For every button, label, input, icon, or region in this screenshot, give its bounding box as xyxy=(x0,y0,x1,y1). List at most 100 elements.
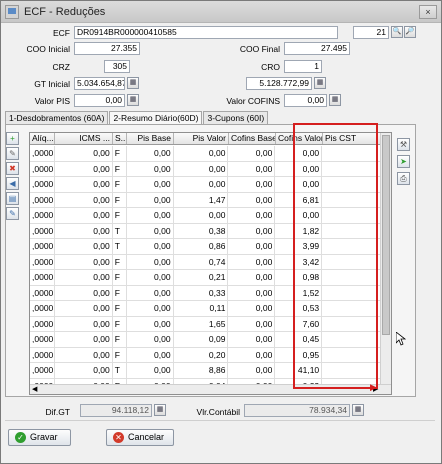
table-cell[interactable]: 3,42 xyxy=(275,254,323,269)
cancel-button[interactable]: ✕ Cancelar xyxy=(106,429,174,446)
table-row[interactable]: ,0000 0,00 T 0,00 0,86 0,00 3,99 xyxy=(30,239,382,255)
table-cell[interactable] xyxy=(322,363,382,378)
table-cell[interactable]: 0,20 xyxy=(174,347,229,362)
table-cell[interactable]: F xyxy=(113,161,127,176)
table-cell[interactable]: 0,00 xyxy=(228,208,276,223)
table-cell[interactable]: 0,00 xyxy=(228,223,276,238)
table-cell[interactable]: 0,00 xyxy=(228,177,276,192)
table-cell[interactable]: 1,82 xyxy=(275,223,323,238)
valor-pis-field[interactable]: 0,00 xyxy=(74,94,125,107)
table-cell[interactable]: 0,00 xyxy=(127,301,174,316)
table-cell[interactable]: ,0000 xyxy=(30,161,55,176)
table-cell[interactable]: 0,00 xyxy=(127,161,174,176)
table-row[interactable]: ,0000 0,00 F 0,00 0,33 0,00 1,52 xyxy=(30,285,382,301)
add-row-icon[interactable]: + xyxy=(6,132,19,145)
table-cell[interactable] xyxy=(322,301,382,316)
table-cell[interactable]: 6,81 xyxy=(275,192,323,207)
table-row[interactable]: ,0000 0,00 T 0,00 0,38 0,00 1,82 xyxy=(30,223,382,239)
table-cell[interactable]: ,0000 xyxy=(30,177,55,192)
table-row[interactable]: ,0000 0,00 F 0,00 0,21 0,00 0,98 xyxy=(30,270,382,286)
table-row[interactable]: ,0000 0,00 F 0,00 0,11 0,00 0,53 xyxy=(30,301,382,317)
form-view-icon[interactable]: ▤ xyxy=(6,192,19,205)
table-cell[interactable]: ,0000 xyxy=(30,239,55,254)
table-cell[interactable]: 0,00 xyxy=(275,161,323,176)
table-cell[interactable]: 0,00 xyxy=(174,208,229,223)
table-cell[interactable]: 0,00 xyxy=(228,332,276,347)
table-cell[interactable]: F xyxy=(113,254,127,269)
table-cell[interactable]: ,0000 xyxy=(30,347,55,362)
table-cell[interactable]: F xyxy=(113,192,127,207)
save-button[interactable]: ✓ Gravar xyxy=(8,429,71,446)
table-row[interactable]: ,0000 0,00 T 0,00 8,86 0,00 41,10 xyxy=(30,363,382,379)
table-cell[interactable] xyxy=(322,161,382,176)
delete-row-icon[interactable]: ✖ xyxy=(6,162,19,175)
table-row[interactable]: ,0000 0,00 F 0,00 0,74 0,00 3,42 xyxy=(30,254,382,270)
table-cell[interactable]: ,0000 xyxy=(30,301,55,316)
vertical-scrollbar[interactable] xyxy=(380,133,391,385)
table-row[interactable]: ,0000 0,00 F 0,00 0,00 0,00 0,00 xyxy=(30,208,382,224)
gt-final-field[interactable]: 5.128.772,99 xyxy=(246,77,312,90)
table-cell[interactable] xyxy=(322,254,382,269)
table-cell[interactable]: 7,60 xyxy=(275,316,323,331)
col-pis-valor[interactable]: Pis Valor xyxy=(174,133,229,144)
tools-icon[interactable]: ⚒ xyxy=(397,138,410,151)
table-cell[interactable]: 0,00 xyxy=(55,223,113,238)
table-cell[interactable]: 0,98 xyxy=(275,270,323,285)
calculator-icon-2[interactable]: ▦ xyxy=(314,77,326,89)
table-cell[interactable]: ,0000 xyxy=(30,316,55,331)
table-cell[interactable]: 0,00 xyxy=(228,363,276,378)
table-cell[interactable] xyxy=(322,270,382,285)
table-cell[interactable]: ,0000 xyxy=(30,285,55,300)
table-cell[interactable]: 1,47 xyxy=(174,192,229,207)
table-cell[interactable] xyxy=(322,146,382,161)
table-cell[interactable]: T xyxy=(113,239,127,254)
gt-inicial-field[interactable]: 5.034.654,87 xyxy=(74,77,125,90)
col-cofins-valor[interactable]: Cofins Valor xyxy=(276,133,323,144)
table-cell[interactable]: 0,00 xyxy=(55,270,113,285)
crz-field[interactable]: 305 xyxy=(104,60,130,73)
table-row[interactable]: ,0000 0,00 F 0,00 1,47 0,00 6,81 xyxy=(30,192,382,208)
table-cell[interactable]: T xyxy=(113,223,127,238)
table-cell[interactable]: 1,65 xyxy=(174,316,229,331)
valor-cofins-field[interactable]: 0,00 xyxy=(284,94,327,107)
table-cell[interactable]: 0,74 xyxy=(174,254,229,269)
table-cell[interactable]: F xyxy=(113,177,127,192)
table-cell[interactable]: 0,00 xyxy=(55,285,113,300)
col-pis-base[interactable]: Pis Base xyxy=(127,133,174,144)
table-cell[interactable]: 0,86 xyxy=(174,239,229,254)
table-cell[interactable]: 0,00 xyxy=(127,177,174,192)
table-cell[interactable] xyxy=(322,285,382,300)
table-cell[interactable]: 0,38 xyxy=(174,223,229,238)
table-cell[interactable]: F xyxy=(113,347,127,362)
cro-field[interactable]: 1 xyxy=(284,60,322,73)
table-cell[interactable]: 0,00 xyxy=(228,316,276,331)
table-cell[interactable]: 0,00 xyxy=(55,332,113,347)
table-cell[interactable]: ,0000 xyxy=(30,208,55,223)
table-cell[interactable]: 8,86 xyxy=(174,363,229,378)
table-cell[interactable]: 0,09 xyxy=(174,332,229,347)
table-cell[interactable]: 0,00 xyxy=(228,285,276,300)
table-cell[interactable]: 0,00 xyxy=(174,177,229,192)
table-cell[interactable]: 0,00 xyxy=(127,239,174,254)
table-cell[interactable]: 0,00 xyxy=(55,192,113,207)
table-cell[interactable]: 0,00 xyxy=(275,177,323,192)
ecf-field[interactable]: DR0914BR000000410585 xyxy=(74,26,338,39)
table-cell[interactable]: 0,00 xyxy=(228,270,276,285)
table-row[interactable]: ,0000 0,00 F 0,00 0,00 0,00 0,00 xyxy=(30,161,382,177)
table-cell[interactable]: 0,00 xyxy=(55,301,113,316)
table-cell[interactable]: ,0000 xyxy=(30,332,55,347)
col-pis-cst[interactable]: Pis CST xyxy=(323,133,383,144)
table-cell[interactable]: 3,99 xyxy=(275,239,323,254)
table-cell[interactable]: ,0000 xyxy=(30,363,55,378)
table-cell[interactable]: 0,00 xyxy=(55,254,113,269)
table-cell[interactable]: 0,00 xyxy=(275,146,323,161)
calculator-icon-5[interactable]: ▦ xyxy=(154,404,166,416)
table-cell[interactable]: 0,00 xyxy=(55,239,113,254)
table-cell[interactable] xyxy=(322,223,382,238)
calculator-icon-6[interactable]: ▦ xyxy=(352,404,364,416)
table-cell[interactable]: 0,00 xyxy=(127,332,174,347)
table-cell[interactable]: ,0000 xyxy=(30,146,55,161)
col-s[interactable]: S... xyxy=(113,133,127,144)
tab-resumo-diario[interactable]: 2-Resumo Diário(60D) xyxy=(109,111,203,125)
table-row[interactable]: ,0000 0,00 F 0,00 1,65 0,00 7,60 xyxy=(30,316,382,332)
